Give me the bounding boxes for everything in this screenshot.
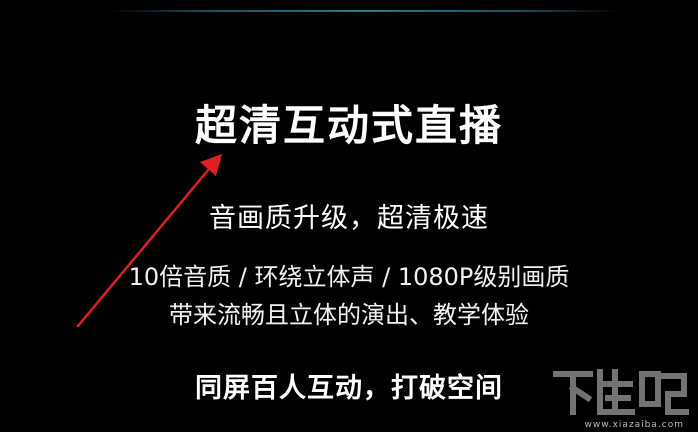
slide-subtitle: 音画质升级，超清极速 bbox=[209, 203, 489, 234]
feature-line-quality: 10倍音质 / 环绕立体声 / 1080P级别画质 bbox=[128, 263, 570, 291]
watermark-logo-icon bbox=[553, 369, 689, 415]
feature-line-experience: 带来流畅且立体的演出、教学体验 bbox=[169, 301, 529, 329]
slide-title: 超清互动式直播 bbox=[194, 101, 503, 150]
feature-block: 10倍音质 / 环绕立体声 / 1080P级别画质 带来流畅且立体的演出、教学体… bbox=[0, 258, 698, 334]
watermark-url: www.xiazaiba.com bbox=[584, 420, 684, 430]
top-glow-line bbox=[110, 10, 620, 12]
